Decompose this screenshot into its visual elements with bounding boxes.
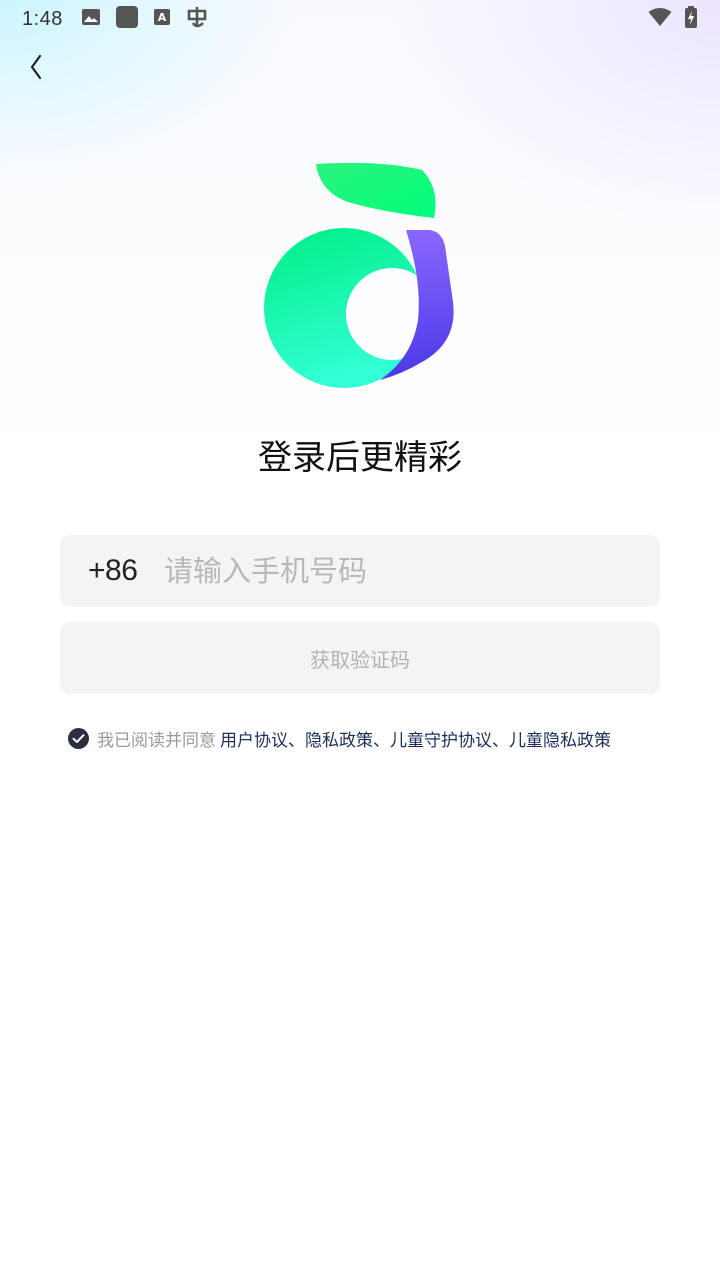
notification-icons: A: [81, 5, 209, 33]
country-code-selector[interactable]: +86: [88, 554, 164, 588]
phone-input[interactable]: [164, 535, 660, 607]
user-agreement-link[interactable]: 用户协议: [220, 731, 288, 751]
check-circle-icon: [68, 728, 89, 749]
agreement-checkbox[interactable]: [68, 728, 89, 749]
child-privacy-link[interactable]: 儿童隐私政策: [509, 731, 611, 751]
wifi-icon: [648, 7, 672, 31]
keyboard-a-icon: A: [153, 8, 171, 30]
separator: 、: [492, 731, 509, 751]
agreement-row: 我已阅读并同意 用户协议、隐私政策、儿童守护协议、儿童隐私政策: [68, 726, 688, 751]
agreement-prefix: 我已阅读并同意: [97, 731, 216, 751]
app-square-icon: [115, 5, 139, 33]
agreement-links: 用户协议、隐私政策、儿童守护协议、儿童隐私政策: [220, 726, 611, 751]
back-button[interactable]: [18, 52, 52, 86]
bug-icon: [185, 5, 209, 33]
phone-field: +86: [60, 535, 660, 607]
chevron-left-icon: [27, 53, 43, 85]
system-icons: [648, 6, 698, 32]
separator: 、: [288, 731, 305, 751]
privacy-policy-link[interactable]: 隐私政策: [305, 731, 373, 751]
app-logo: [262, 162, 458, 392]
image-icon: [81, 7, 101, 31]
page-title: 登录后更精彩: [258, 438, 462, 478]
separator: 、: [373, 731, 390, 751]
get-code-button[interactable]: 获取验证码: [60, 622, 660, 694]
child-protection-link[interactable]: 儿童守护协议: [390, 731, 492, 751]
battery-charging-icon: [684, 6, 698, 32]
svg-text:A: A: [158, 11, 167, 24]
status-time: 1:48: [22, 7, 63, 30]
status-bar: 1:48 A: [0, 0, 720, 38]
